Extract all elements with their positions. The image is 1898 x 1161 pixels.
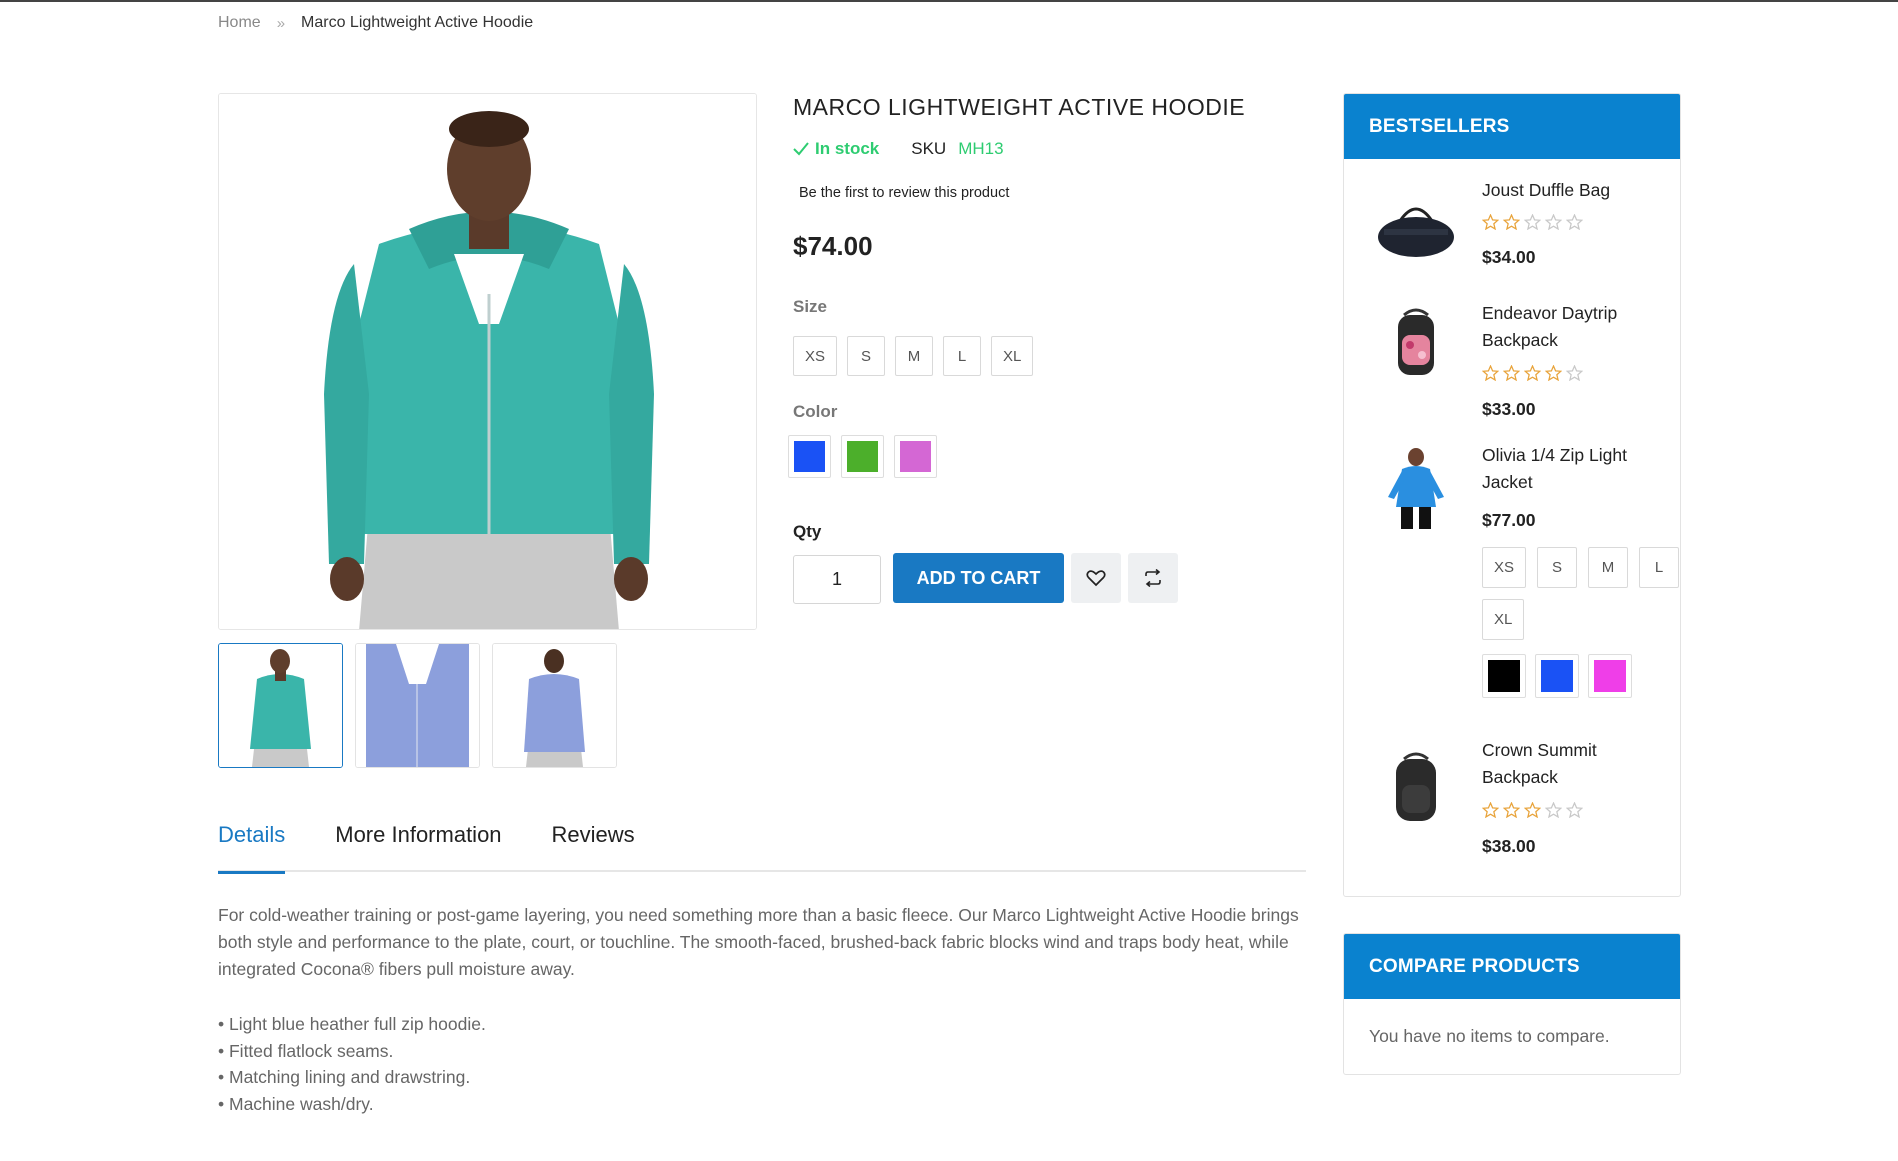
tab-more-information[interactable]: More Information (335, 818, 501, 872)
size-option-l[interactable]: L (1639, 547, 1680, 588)
color-swatch-black[interactable] (1482, 654, 1526, 698)
star-icon (1524, 214, 1541, 230)
size-option-s[interactable]: S (847, 336, 886, 376)
first-review-link[interactable]: Be the first to review this product (799, 185, 1009, 201)
rating-stars (1482, 365, 1583, 381)
star-icon (1482, 365, 1499, 381)
color-swatch-blue[interactable] (788, 435, 831, 478)
star-icon (1503, 214, 1520, 230)
bestseller-name[interactable]: Joust Duffle Bag (1482, 177, 1672, 204)
bestseller-name[interactable]: Crown Summit Backpack (1482, 737, 1672, 791)
breadcrumb-separator: » (276, 14, 286, 32)
breadcrumb: Home » Marco Lightweight Active Hoodie (218, 14, 533, 32)
product-title: MARCO LIGHTWEIGHT ACTIVE HOODIE (793, 94, 1246, 120)
star-icon (1545, 214, 1562, 230)
size-option-xs[interactable]: XS (793, 336, 838, 376)
stock-label: In stock (815, 139, 880, 158)
feature-list: • Light blue heather full zip hoodie. • … (218, 1011, 486, 1117)
bestseller-price: $77.00 (1482, 510, 1536, 530)
check-icon (793, 142, 809, 156)
bestseller-price: $34.00 (1482, 247, 1536, 267)
size-options: XS S M L XL (793, 336, 1034, 376)
star-icon (1545, 365, 1562, 381)
thumbnail-strip (218, 643, 617, 768)
product-price: $74.00 (793, 231, 873, 261)
thumbnail-front[interactable] (218, 643, 343, 768)
bestseller-name[interactable]: Olivia 1/4 Zip Light Jacket (1482, 442, 1672, 496)
hoodie-model-image (219, 94, 756, 629)
stock-sku-row: In stock SKU MH13 (793, 139, 1004, 159)
backpack-image[interactable] (1374, 745, 1458, 829)
compare-products-title: COMPARE PRODUCTS (1344, 934, 1680, 999)
breadcrumb-current: Marco Lightweight Active Hoodie (301, 14, 534, 31)
tab-details[interactable]: Details (218, 818, 286, 874)
qty-input[interactable]: 1 (793, 555, 881, 604)
compare-arrows-icon (1145, 569, 1161, 587)
thumbnail-closeup[interactable] (355, 643, 480, 768)
star-icon (1482, 214, 1499, 230)
wishlist-button[interactable] (1071, 553, 1121, 603)
star-icon (1524, 365, 1541, 381)
tab-reviews[interactable]: Reviews (552, 818, 635, 872)
sku-label: SKU (911, 139, 947, 158)
color-options (788, 435, 937, 478)
bestsellers-title: BESTSELLERS (1344, 94, 1680, 159)
feature-item: • Machine wash/dry. (218, 1093, 374, 1114)
bestseller-color-options (1482, 654, 1632, 698)
bestsellers-block: BESTSELLERS Joust Duffle Bag $34.00 Ende… (1343, 93, 1681, 897)
feature-item: • Matching lining and drawstring. (218, 1067, 471, 1087)
color-swatch-blue[interactable] (1535, 654, 1579, 698)
product-description: For cold-weather training or post-game l… (218, 905, 1299, 979)
bestseller-name[interactable]: Endeavor Daytrip Backpack (1482, 300, 1672, 354)
star-icon (1524, 802, 1541, 818)
size-option-s[interactable]: S (1537, 547, 1578, 588)
star-icon (1566, 214, 1583, 230)
product-tabs: Details More Information Reviews (218, 818, 1306, 874)
heart-icon (1086, 570, 1106, 587)
color-swatch-green[interactable] (841, 435, 884, 478)
thumbnail-back[interactable] (492, 643, 617, 768)
size-option-xs[interactable]: XS (1482, 547, 1527, 588)
duffle-bag-image[interactable] (1374, 189, 1458, 273)
thumbnail-closeup-image (356, 644, 479, 767)
rating-stars (1482, 214, 1583, 230)
size-option-xl[interactable]: XL (1482, 599, 1525, 640)
bestseller-price: $38.00 (1482, 836, 1536, 856)
size-option-m[interactable]: M (895, 336, 934, 376)
size-label: Size (793, 297, 828, 316)
bestseller-size-options: XS S M L XL (1482, 547, 1682, 640)
stock-status: In stock (793, 139, 879, 159)
top-border (0, 0, 1898, 2)
bestseller-price: $33.00 (1482, 399, 1536, 419)
color-swatch-purple[interactable] (894, 435, 937, 478)
star-icon (1503, 365, 1520, 381)
star-icon (1503, 802, 1520, 818)
thumbnail-back-image (493, 644, 616, 767)
compare-button[interactable] (1128, 553, 1178, 603)
color-label: Color (793, 402, 838, 421)
feature-item: • Light blue heather full zip hoodie. (218, 1014, 486, 1034)
jacket-model-image[interactable] (1374, 447, 1458, 531)
qty-label: Qty (793, 522, 822, 541)
sku-value: MH13 (958, 139, 1004, 158)
feature-item: • Fitted flatlock seams. (218, 1040, 394, 1061)
star-icon (1545, 802, 1562, 818)
star-icon (1566, 802, 1583, 818)
product-main-image[interactable] (218, 93, 757, 630)
breadcrumb-home[interactable]: Home (218, 14, 261, 32)
size-option-xl[interactable]: XL (991, 336, 1034, 376)
add-to-cart-button[interactable]: ADD TO CART (893, 553, 1064, 603)
compare-products-block: COMPARE PRODUCTS You have no items to co… (1343, 933, 1681, 1075)
compare-empty-message: You have no items to compare. (1369, 1026, 1610, 1046)
size-option-l[interactable]: L (943, 336, 982, 376)
backpack-image[interactable] (1374, 301, 1458, 385)
size-option-m[interactable]: M (1588, 547, 1629, 588)
color-swatch-pink[interactable] (1588, 654, 1632, 698)
star-icon (1482, 802, 1499, 818)
rating-stars (1482, 802, 1583, 818)
star-icon (1566, 365, 1583, 381)
thumbnail-front-image (219, 644, 342, 767)
